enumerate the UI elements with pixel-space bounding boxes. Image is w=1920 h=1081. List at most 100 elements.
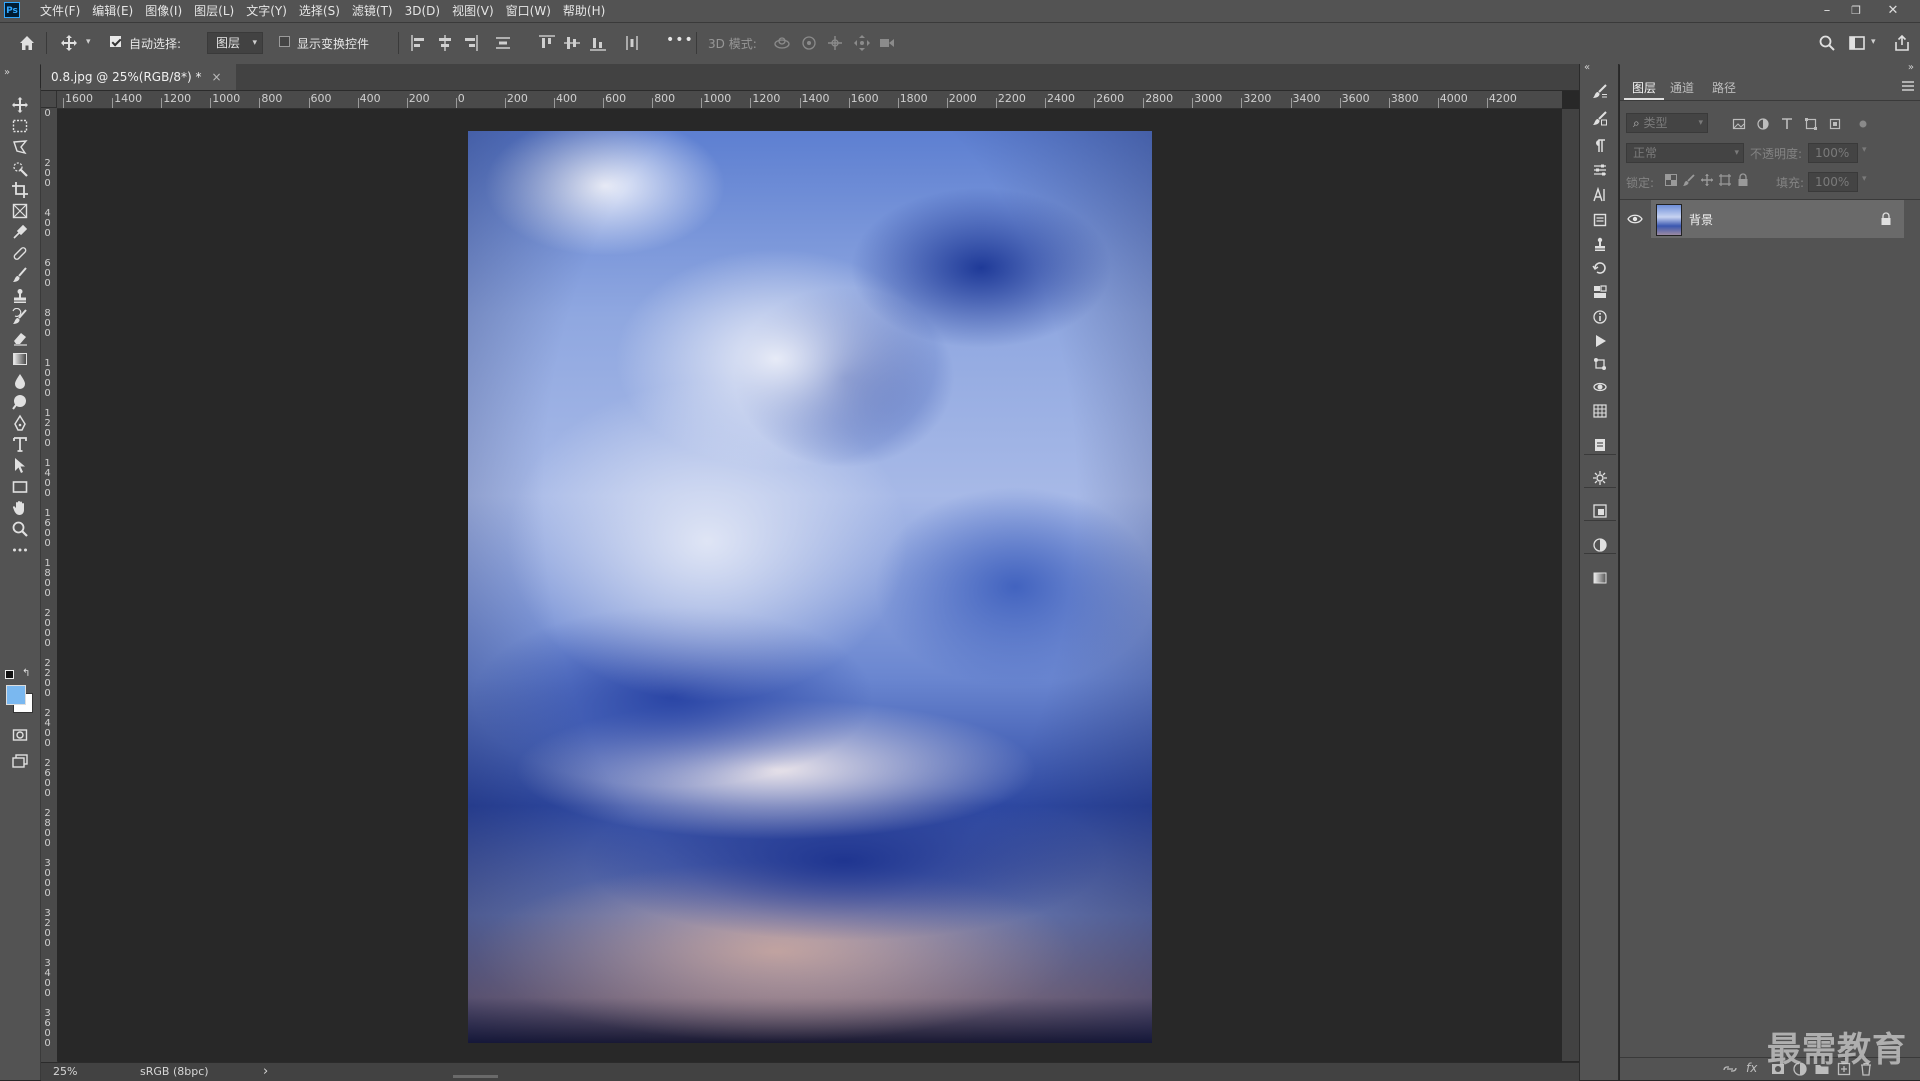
add-layer-style-button[interactable]: fx — [1746, 1061, 1757, 1075]
share-icon[interactable] — [1892, 33, 1912, 53]
menu-item[interactable]: 编辑(E) — [86, 0, 139, 22]
show-transform-checkbox[interactable] — [279, 36, 290, 47]
menu-item[interactable]: 文字(Y) — [240, 0, 293, 22]
chevron-down-icon[interactable]: ▾ — [1862, 174, 1867, 184]
menu-item[interactable]: 图像(I) — [139, 0, 188, 22]
info-icon[interactable] — [1590, 307, 1610, 327]
filter-toggle-icon[interactable] — [1856, 117, 1870, 131]
filter-pixel-layers-icon[interactable] — [1732, 117, 1746, 131]
foreground-color-swatch[interactable] — [6, 685, 26, 705]
chevron-down-icon[interactable]: ▾ — [1862, 145, 1867, 155]
fill-input[interactable]: 100% — [1808, 172, 1858, 192]
sun-settings-icon[interactable] — [1590, 468, 1610, 488]
layer-row-background[interactable]: 背景 — [1651, 200, 1904, 238]
dodge-tool-icon[interactable] — [8, 391, 32, 413]
gradient-tool-icon[interactable] — [8, 348, 32, 370]
menu-item[interactable]: 选择(S) — [293, 0, 346, 22]
lock-position-icon[interactable] — [1700, 173, 1714, 187]
history-brush-tool-icon[interactable] — [8, 306, 32, 328]
lock-all-icon[interactable] — [1736, 173, 1750, 187]
horizontal-scrollbar-thumb[interactable] — [453, 1075, 498, 1078]
collapse-panel-icon[interactable]: » — [1908, 62, 1914, 73]
layer-visibility-eye-icon[interactable] — [1627, 212, 1643, 226]
properties-icon[interactable] — [1590, 160, 1610, 180]
panel-tab[interactable]: 通道 — [1662, 76, 1702, 100]
link-layers-icon[interactable] — [1722, 1061, 1738, 1077]
notes-icon[interactable] — [1590, 435, 1610, 455]
paths-styles-icon[interactable] — [1590, 354, 1610, 374]
restore-button[interactable]: ❐ — [1841, 0, 1871, 22]
search-icon[interactable] — [1817, 33, 1837, 53]
3d-icon[interactable] — [1590, 377, 1610, 397]
distribute-vertical-icon[interactable] — [493, 33, 513, 53]
menu-item[interactable]: 滤镜(T) — [346, 0, 399, 22]
paragraph-icon[interactable] — [1590, 136, 1610, 156]
close-button[interactable]: ✕ — [1878, 0, 1908, 22]
lock-transparent-pixels-icon[interactable] — [1664, 173, 1678, 187]
orbit-3d-icon[interactable] — [772, 33, 792, 53]
chevron-down-icon[interactable]: ▾ — [86, 37, 91, 47]
roll-3d-icon[interactable] — [799, 33, 819, 53]
navigator-icon[interactable] — [1590, 501, 1610, 521]
eyedropper-tool-icon[interactable] — [8, 221, 32, 243]
document-image-sky-clouds[interactable] — [468, 131, 1152, 1043]
menu-item[interactable]: 图层(L) — [188, 0, 240, 22]
gradients-icon[interactable] — [1590, 568, 1610, 588]
horizontal-ruler[interactable]: 1600 1400 1200 1000 800 600 400 200 0 200 400 600 80… — [57, 91, 1562, 109]
opacity-input[interactable]: 100% — [1808, 143, 1858, 163]
frame-tool-icon[interactable] — [8, 200, 32, 222]
brushes-icon[interactable] — [1590, 108, 1610, 128]
align-right-icon[interactable] — [460, 33, 480, 53]
align-top-icon[interactable] — [537, 33, 557, 53]
eraser-tool-icon[interactable] — [8, 327, 32, 349]
lock-image-pixels-icon[interactable] — [1682, 173, 1696, 187]
libraries-icon[interactable] — [1590, 210, 1610, 230]
lasso-tool-icon[interactable] — [8, 136, 32, 158]
path-selection-tool-icon[interactable] — [8, 454, 32, 476]
default-colors-icon[interactable] — [5, 670, 14, 679]
status-menu-arrow-icon[interactable]: › — [263, 1064, 268, 1079]
adjustment-presets-icon[interactable] — [1590, 282, 1610, 302]
move-tool-icon[interactable] — [8, 94, 32, 116]
filter-adjustment-layers-icon[interactable] — [1756, 117, 1770, 131]
crop-tool-icon[interactable] — [8, 179, 32, 201]
quick-selection-tool-icon[interactable] — [8, 158, 32, 180]
filter-shape-layers-icon[interactable] — [1804, 117, 1818, 131]
align-vertical-center-icon[interactable] — [562, 33, 582, 53]
slide-3d-icon[interactable] — [852, 33, 872, 53]
collapse-dock-icon[interactable]: « — [1584, 62, 1590, 73]
filter-type-layers-icon[interactable] — [1780, 117, 1794, 131]
home-icon[interactable] — [17, 33, 37, 53]
auto-select-checkbox[interactable] — [110, 36, 121, 47]
layer-filter-dropdown[interactable]: ⌕ 类型 ▾ — [1626, 113, 1708, 133]
blur-tool-icon[interactable] — [8, 370, 32, 392]
screen-mode-icon[interactable] — [8, 750, 32, 772]
actions-play-icon[interactable] — [1590, 331, 1610, 351]
collapse-toolbar-icon[interactable]: » — [4, 67, 10, 78]
pan-3d-icon[interactable] — [825, 33, 845, 53]
more-tools-icon[interactable] — [8, 539, 32, 561]
layer-name[interactable]: 背景 — [1689, 211, 1713, 228]
blend-mode-dropdown[interactable]: 正常 ▾ — [1626, 143, 1744, 163]
rectangle-tool-icon[interactable] — [8, 476, 32, 498]
panel-tab[interactable]: 路径 — [1704, 76, 1744, 100]
brush-tool-icon[interactable] — [8, 264, 32, 286]
move-tool-preset-icon[interactable] — [59, 33, 79, 53]
pen-tool-icon[interactable] — [8, 412, 32, 434]
quick-mask-icon[interactable] — [8, 724, 32, 746]
lock-artboard-icon[interactable] — [1718, 173, 1732, 187]
vertical-ruler[interactable]: 0 200 400 600 800 1000 1200 1400 1600 1800 2000 220… — [41, 108, 58, 1062]
marquee-tool-icon[interactable] — [8, 115, 32, 137]
panel-menu-icon[interactable] — [1902, 81, 1914, 91]
menu-item[interactable]: 窗口(W) — [500, 0, 557, 22]
close-document-icon[interactable]: × — [212, 70, 222, 84]
clone-stamp-tool-icon[interactable] — [8, 285, 32, 307]
filter-smart-objects-icon[interactable] — [1828, 117, 1842, 131]
adjustments-icon[interactable] — [1590, 535, 1610, 555]
history-icon[interactable] — [1590, 258, 1610, 278]
menu-item[interactable]: 视图(V) — [446, 0, 500, 22]
clone-source-icon[interactable] — [1590, 234, 1610, 254]
swatches-grid-icon[interactable] — [1590, 401, 1610, 421]
align-horizontal-center-icon[interactable] — [435, 33, 455, 53]
menu-item[interactable]: 帮助(H) — [557, 0, 611, 22]
